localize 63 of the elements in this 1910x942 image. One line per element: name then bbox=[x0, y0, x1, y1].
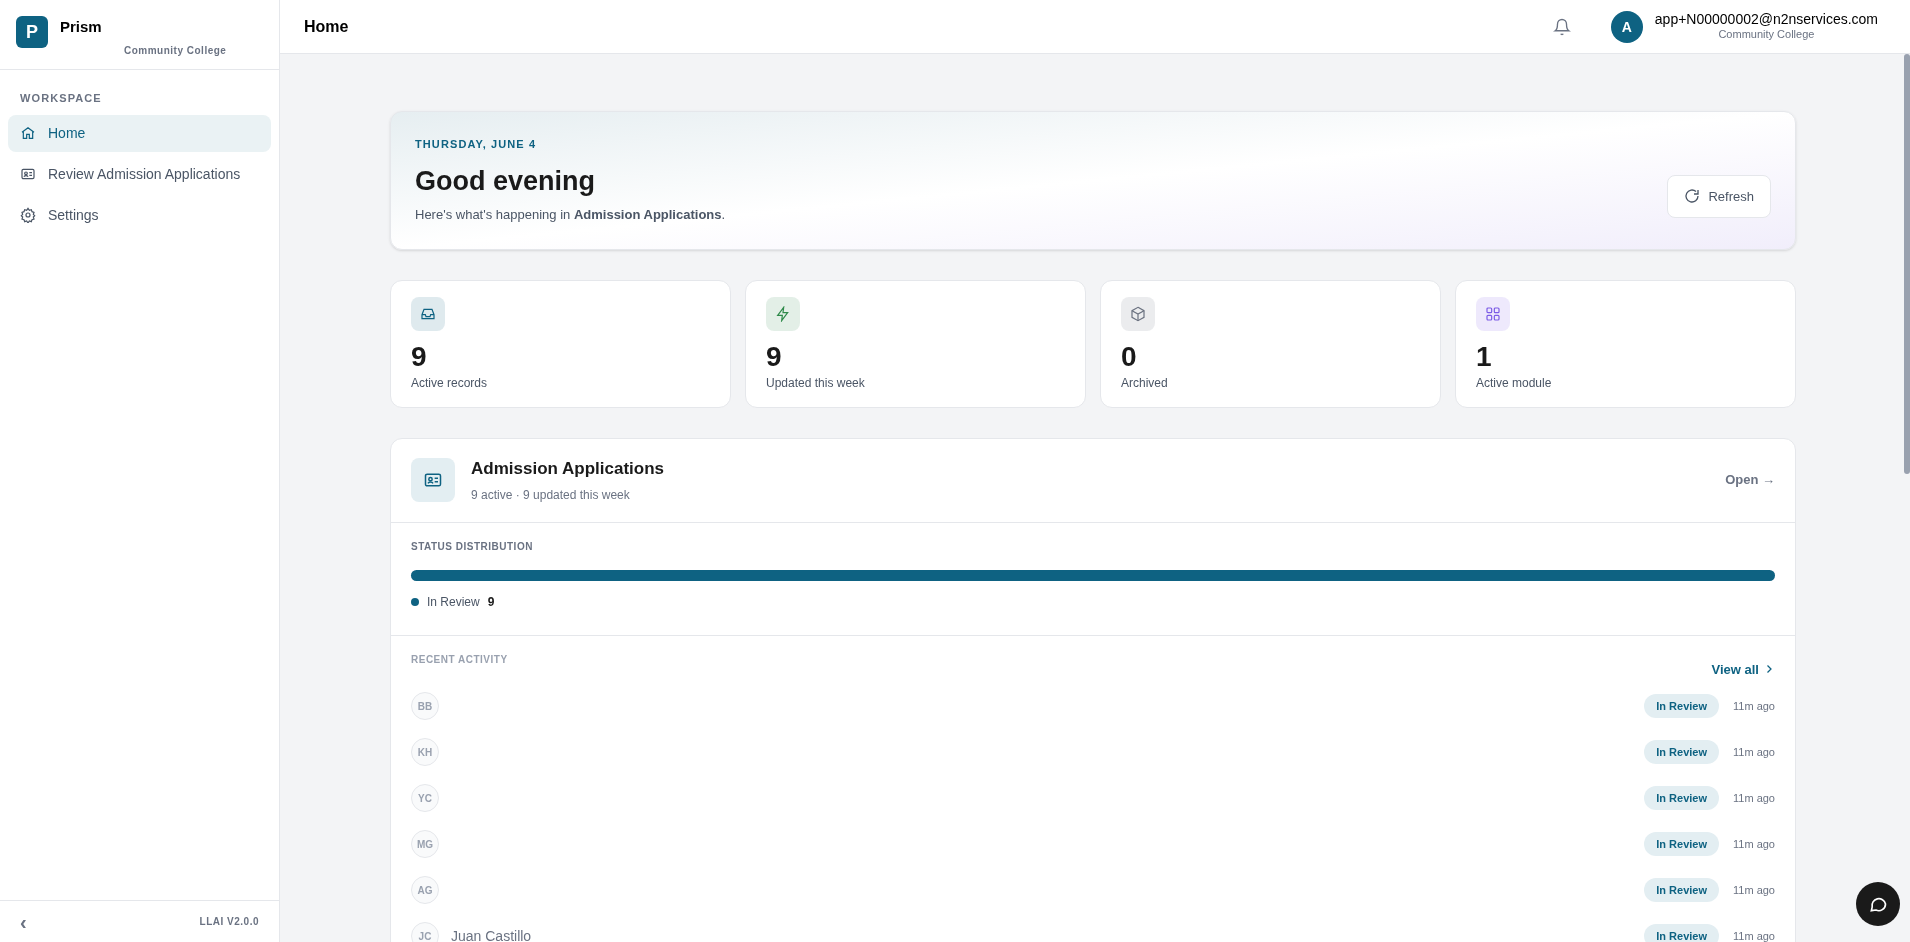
view-all-link[interactable]: View all bbox=[1711, 659, 1775, 679]
grid-icon bbox=[1485, 305, 1501, 322]
stat-label: Updated this week bbox=[766, 374, 866, 392]
stat-value: 1 bbox=[1476, 339, 1493, 374]
status-badge: In Review bbox=[1644, 739, 1719, 765]
status-badge: In Review bbox=[1644, 831, 1719, 857]
stat-label: Active module bbox=[1476, 374, 1553, 392]
greeting-subtitle: Here's what's happening in Admission Applications. bbox=[415, 206, 726, 224]
section-heading: STATUS DISTRIBUTION bbox=[411, 539, 533, 554]
stat-label: Archived bbox=[1121, 374, 1169, 392]
applicant-name[interactable]: Juan Castillo bbox=[451, 925, 532, 942]
notification-bell-icon[interactable] bbox=[1552, 17, 1571, 36]
module-title: Admission Applications bbox=[471, 458, 664, 481]
avatar: MG bbox=[411, 830, 439, 858]
module-subtitle: 9 active · 9 updated this week bbox=[471, 486, 631, 504]
greeting-heading: Good evening bbox=[415, 164, 596, 198]
sidebar-item[interactable]: Settings bbox=[8, 196, 271, 234]
user-email: app+N00000002@n2nservices.com bbox=[1654, 10, 1878, 29]
app-name: Prism bbox=[60, 17, 103, 37]
lightning-bolt-icon bbox=[775, 305, 791, 322]
avatar: BB bbox=[411, 692, 439, 720]
collapse-button[interactable]: ‹ bbox=[20, 911, 27, 932]
status-badge: In Review bbox=[1644, 923, 1719, 942]
timestamp: 11m ago bbox=[1732, 836, 1775, 852]
user-organization: Community College bbox=[1718, 28, 1815, 43]
legend-count: 9 bbox=[487, 593, 495, 611]
open-link[interactable]: Open → bbox=[1725, 470, 1775, 490]
logo: P bbox=[16, 16, 48, 48]
scrollbar-thumb[interactable] bbox=[1904, 54, 1910, 474]
home-icon bbox=[20, 125, 36, 141]
stat-value: 9 bbox=[411, 339, 428, 374]
settings-icon bbox=[20, 207, 36, 223]
legend-label: In Review bbox=[427, 593, 480, 611]
avatar: AG bbox=[411, 876, 439, 904]
sidebar-item[interactable]: Review Admission Applications bbox=[8, 155, 271, 193]
organization-name: Community College bbox=[124, 43, 227, 58]
chat-button[interactable] bbox=[1856, 882, 1900, 926]
stat-value: 0 bbox=[1121, 339, 1138, 374]
section-heading: RECENT ACTIVITY bbox=[411, 652, 508, 667]
avatar: KH bbox=[411, 738, 439, 766]
cube-icon bbox=[1130, 305, 1146, 322]
sidebar-item[interactable]: Home bbox=[8, 114, 271, 152]
avatar: JC bbox=[411, 922, 439, 942]
refresh-icon bbox=[1684, 188, 1701, 205]
user-avatar[interactable]: A bbox=[1610, 10, 1643, 43]
id-card-icon bbox=[423, 470, 443, 490]
timestamp: 11m ago bbox=[1732, 698, 1775, 714]
status-badge: In Review bbox=[1644, 877, 1719, 903]
timestamp: 11m ago bbox=[1732, 882, 1775, 898]
status-badge: In Review bbox=[1644, 693, 1719, 719]
status-badge: In Review bbox=[1644, 785, 1719, 811]
timestamp: 11m ago bbox=[1732, 790, 1775, 806]
date-label: THURSDAY, JUNE 4 bbox=[415, 137, 538, 152]
page-title: Home bbox=[304, 16, 349, 37]
timestamp: 11m ago bbox=[1732, 744, 1775, 760]
avatar: YC bbox=[411, 784, 439, 812]
stat-label: Active records bbox=[411, 374, 489, 392]
id-card-icon bbox=[20, 166, 36, 182]
section-heading: WORKSPACE bbox=[19, 91, 103, 106]
timestamp: 11m ago bbox=[1732, 928, 1775, 942]
version-label: LLAI V2.0.0 bbox=[199, 915, 259, 929]
stat-value: 9 bbox=[766, 339, 783, 374]
refresh-button[interactable]: Refresh bbox=[1667, 174, 1771, 218]
